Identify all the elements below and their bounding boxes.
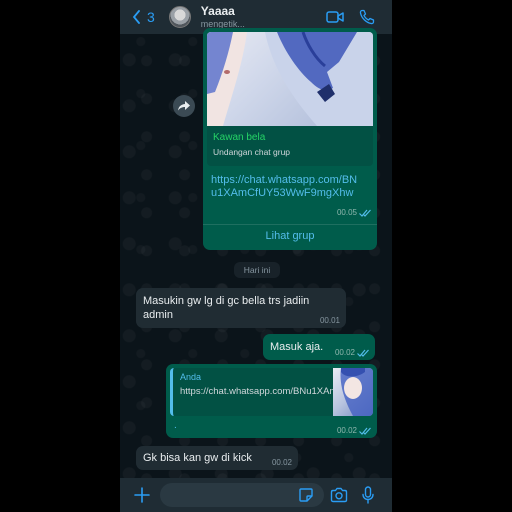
camera-icon[interactable] <box>330 487 348 503</box>
quote-text: https://chat.whatsapp.com/BNu1XAmCfUY53W… <box>180 386 373 397</box>
phone-icon[interactable] <box>358 9 376 25</box>
message-time: 00.02 <box>334 348 355 357</box>
divider <box>203 224 377 225</box>
contact-name: Yaaaa <box>200 3 235 18</box>
message-time: 00.02 <box>336 426 357 435</box>
invite-card[interactable]: Kawan bela Undangan chat grup <box>207 126 373 166</box>
group-photo[interactable] <box>207 32 373 126</box>
date-separator: Hari ini <box>234 262 280 278</box>
sticker-icon[interactable] <box>298 487 314 503</box>
message-meta: 00.02 <box>272 458 292 467</box>
message-input-bar <box>120 478 392 512</box>
quoted-message[interactable]: Anda https://chat.whatsapp.com/BNu1XAmCf… <box>170 368 373 416</box>
message-meta: 00.01 <box>320 316 340 325</box>
message-meta: 00.02 <box>337 426 371 435</box>
avatar[interactable] <box>168 6 191 28</box>
outgoing-reply-message[interactable]: Anda https://chat.whatsapp.com/BNu1XAmCf… <box>166 364 377 438</box>
double-check-icon <box>359 209 371 217</box>
forward-button[interactable] <box>173 95 195 117</box>
message-meta: 00.05 <box>337 208 371 217</box>
double-check-icon <box>357 349 369 357</box>
group-invite-message[interactable]: Kawan bela Undangan chat grup https://ch… <box>203 28 377 250</box>
view-group-button[interactable]: Lihat grup <box>203 230 377 242</box>
quote-author: Anda <box>180 372 202 382</box>
message-text: Masukin gw lg di gc bella trs jadiin adm… <box>143 295 310 321</box>
incoming-message[interactable]: Gk bisa kan gw di kick 00.02 <box>136 446 298 470</box>
incoming-message[interactable]: Masukin gw lg di gc bella trs jadiin adm… <box>136 288 346 328</box>
group-name: Kawan bela <box>213 132 266 143</box>
invite-subtitle: Undangan chat grup <box>213 147 291 157</box>
plus-icon[interactable] <box>134 487 150 503</box>
message-text: Gk bisa kan gw di kick <box>143 452 252 464</box>
quote-thumbnail <box>333 368 373 416</box>
unread-count: 3 <box>147 9 155 25</box>
back-button[interactable]: 3 <box>132 9 155 25</box>
message-time: 00.05 <box>336 208 357 217</box>
message-time: 00.01 <box>319 316 340 325</box>
outgoing-message[interactable]: Masuk aja. 00.02 <box>263 334 375 360</box>
forward-icon <box>178 101 190 111</box>
microphone-icon[interactable] <box>362 486 374 504</box>
chevron-left-icon <box>132 10 140 24</box>
message-time: 00.02 <box>271 458 292 467</box>
video-call-icon[interactable] <box>326 9 344 25</box>
chat-screen: 3 Yaaaa mengetik... Kawan bela Undangan … <box>120 0 392 512</box>
invite-link[interactable]: https://chat.whatsapp.com/BNu1XAmCfUY53W… <box>211 174 361 200</box>
contact-info[interactable]: Yaaaa mengetik... <box>200 3 245 29</box>
message-text: . <box>174 420 177 431</box>
double-check-icon <box>359 427 371 435</box>
message-meta: 00.02 <box>335 348 369 357</box>
